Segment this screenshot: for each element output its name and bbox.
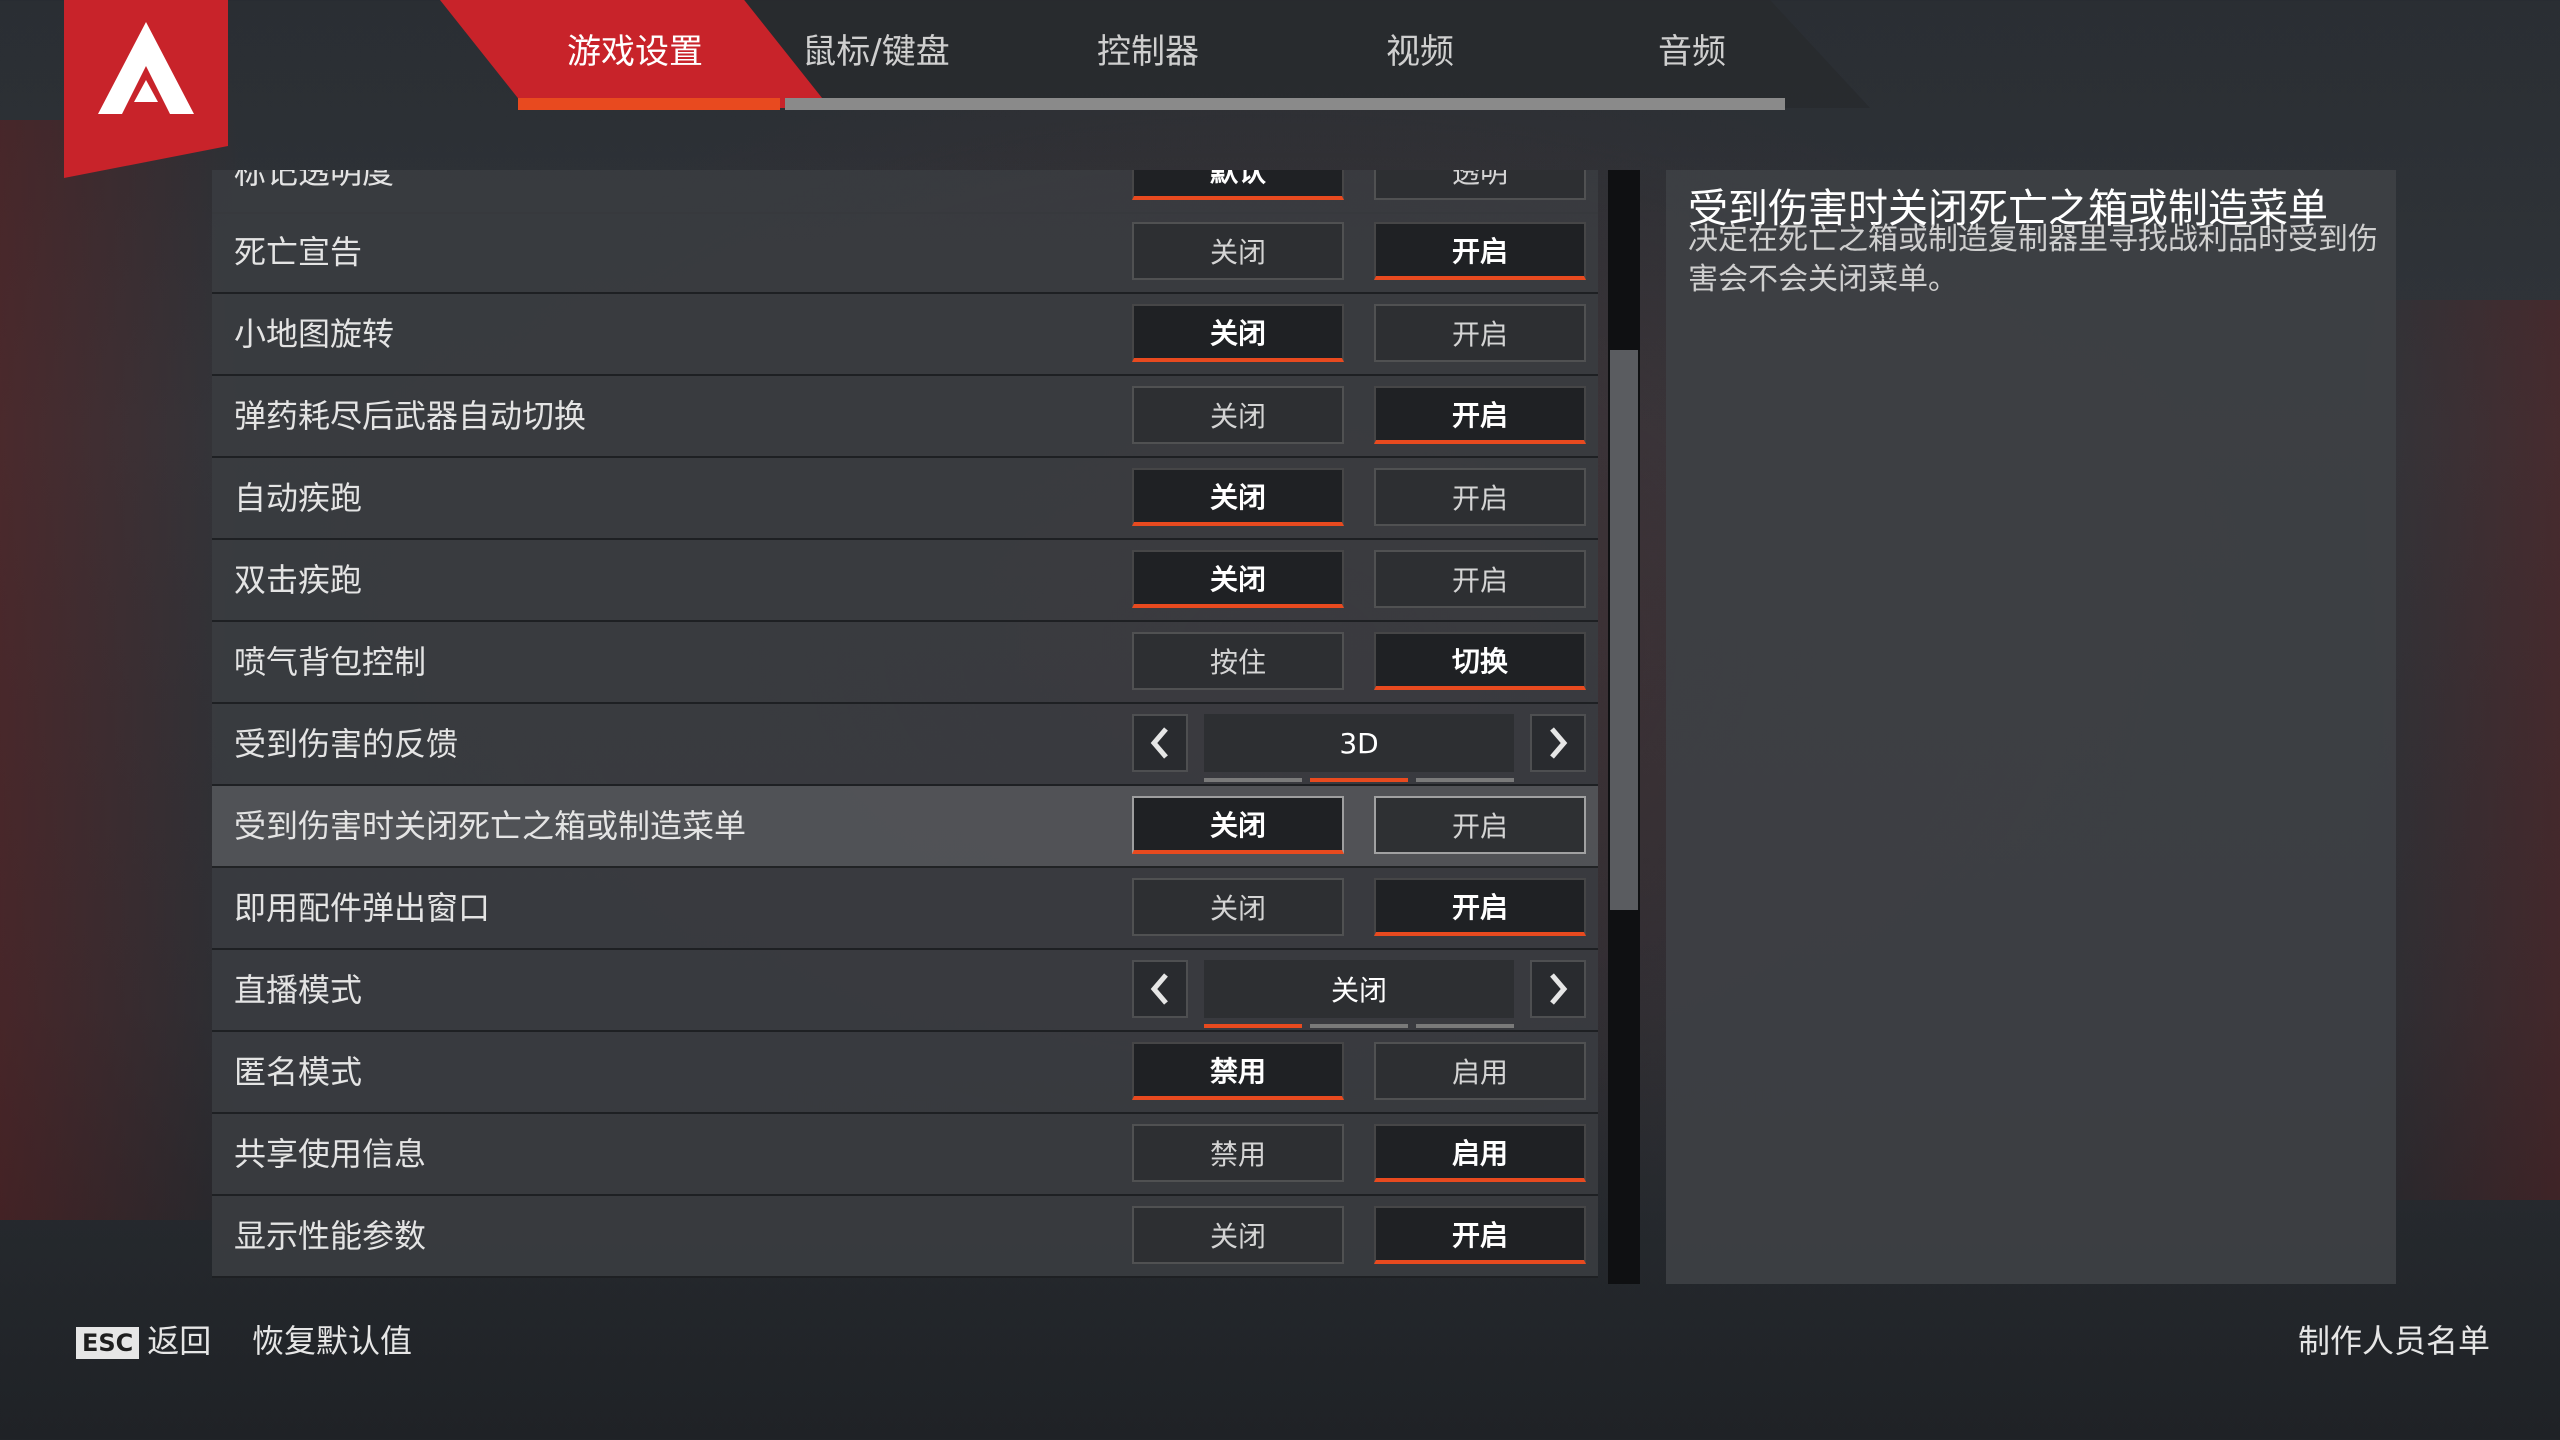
option-button[interactable]: 透明 (1374, 170, 1586, 200)
stepper-segment (1310, 778, 1408, 782)
stepper-segment (1416, 1024, 1514, 1028)
tab-label: 游戏设置 (567, 31, 703, 72)
option-button[interactable]: 关闭 (1132, 222, 1344, 280)
stepper-segment (1416, 778, 1514, 782)
option-button[interactable]: 关闭 (1132, 304, 1344, 362)
setting-row-anonymous-mode: 匿名模式 禁用 启用 (212, 1032, 1598, 1114)
option-button[interactable]: 切换 (1374, 632, 1586, 690)
tab-underline (785, 98, 1785, 110)
chevron-left-icon (1150, 973, 1168, 1005)
tab-label: 鼠标/键盘 (802, 31, 950, 72)
option-button[interactable]: 开启 (1374, 1206, 1586, 1264)
setting-row-double-tap-sprint: 双击疾跑 关闭 开启 (212, 540, 1598, 622)
stepper-left-button[interactable] (1132, 714, 1188, 772)
setting-label: 小地图旋转 (234, 315, 395, 353)
setting-row-auto-sprint: 自动疾跑 关闭 开启 (212, 458, 1598, 540)
background-glow-left (0, 120, 240, 1220)
option-button[interactable]: 禁用 (1132, 1042, 1344, 1100)
option-button[interactable]: 关闭 (1132, 796, 1344, 854)
apex-logo-icon (98, 22, 194, 114)
chevron-right-icon (1550, 727, 1568, 759)
option-button[interactable]: 开启 (1374, 304, 1586, 362)
esc-key-icon: ESC (76, 1327, 140, 1359)
setting-label: 受到伤害的反馈 (234, 725, 459, 763)
setting-row-death-announce: 死亡宣告 关闭 开启 (212, 212, 1598, 294)
tab-label: 音频 (1658, 31, 1726, 72)
option-button[interactable]: 开启 (1374, 222, 1586, 280)
option-button[interactable]: 开启 (1374, 878, 1586, 936)
setting-label: 弹药耗尽后武器自动切换 (234, 397, 587, 435)
stepper-left-button[interactable] (1132, 960, 1188, 1018)
setting-row-damage-feedback: 受到伤害的反馈 3D (212, 704, 1598, 786)
stepper-value: 关闭 (1204, 960, 1514, 1018)
option-button[interactable]: 开启 (1374, 796, 1586, 854)
setting-label: 双击疾跑 (234, 561, 363, 599)
setting-label: 匿名模式 (234, 1053, 363, 1091)
option-button[interactable]: 关闭 (1132, 878, 1344, 936)
setting-row-share-usage: 共享使用信息 禁用 启用 (212, 1114, 1598, 1196)
setting-label: 标记透明度 (234, 170, 395, 191)
tab-controller[interactable]: 控制器 (1012, 0, 1284, 108)
option-button[interactable]: 关闭 (1132, 468, 1344, 526)
setting-label: 共享使用信息 (234, 1135, 427, 1173)
description-panel: 受到伤害时关闭死亡之箱或制造菜单 决定在死亡之箱或制造复制器里寻找战利品时受到伤… (1666, 170, 2396, 1284)
option-button[interactable]: 关闭 (1132, 386, 1344, 444)
settings-list: 标记透明度 默认 透明 死亡宣告 关闭 开启 小地图旋转 关闭 开启 弹药耗尽后… (212, 170, 1598, 1284)
settings-tab-bar: 游戏设置 鼠标/键盘 控制器 视频 音频 (440, 0, 1870, 115)
setting-label: 喷气背包控制 (234, 643, 427, 681)
stepper-right-button[interactable] (1530, 714, 1586, 772)
setting-row-close-deathbox-on-damage: 受到伤害时关闭死亡之箱或制造菜单 关闭 开启 (212, 786, 1598, 868)
back-label: 返回 (147, 1322, 212, 1360)
setting-row-marker-opacity: 标记透明度 默认 透明 (212, 170, 1598, 214)
option-button[interactable]: 禁用 (1132, 1124, 1344, 1182)
stepper-right-button[interactable] (1530, 960, 1586, 1018)
chevron-right-icon (1550, 973, 1568, 1005)
tab-video[interactable]: 视频 (1284, 0, 1556, 108)
stepper-segment (1204, 1024, 1302, 1028)
tab-mouse-keyboard[interactable]: 鼠标/键盘 (740, 0, 1012, 108)
option-button[interactable]: 按住 (1132, 632, 1344, 690)
tab-audio[interactable]: 音频 (1556, 0, 1828, 108)
tab-label: 视频 (1386, 31, 1454, 72)
active-tab-underline (518, 98, 780, 110)
reset-defaults-button[interactable]: 恢复默认值 (252, 1316, 412, 1362)
credits-label: 制作人员名单 (2298, 1322, 2491, 1360)
stepper-value: 3D (1204, 714, 1514, 772)
back-button[interactable]: ESC 返回 (76, 1316, 211, 1362)
setting-row-attachment-popup: 即用配件弹出窗口 关闭 开启 (212, 868, 1598, 950)
option-button[interactable]: 开启 (1374, 550, 1586, 608)
setting-label: 自动疾跑 (234, 479, 363, 517)
option-button[interactable]: 启用 (1374, 1042, 1586, 1100)
option-button[interactable]: 启用 (1374, 1124, 1586, 1182)
option-button[interactable]: 开启 (1374, 468, 1586, 526)
option-button[interactable]: 关闭 (1132, 550, 1344, 608)
stepper-segment (1204, 778, 1302, 782)
setting-row-jetpack-control: 喷气背包控制 按住 切换 (212, 622, 1598, 704)
scrollbar-thumb[interactable] (1610, 350, 1638, 910)
setting-row-minimap-rotation: 小地图旋转 关闭 开启 (212, 294, 1598, 376)
setting-label: 即用配件弹出窗口 (234, 889, 491, 927)
setting-row-performance-display: 显示性能参数 关闭 开启 (212, 1196, 1598, 1278)
chevron-left-icon (1150, 727, 1168, 759)
setting-label: 显示性能参数 (234, 1217, 427, 1255)
option-button[interactable]: 关闭 (1132, 1206, 1344, 1264)
credits-button[interactable]: 制作人员名单 (2298, 1316, 2490, 1362)
option-button[interactable]: 开启 (1374, 386, 1586, 444)
stepper-segment (1310, 1024, 1408, 1028)
setting-row-auto-weapon-swap: 弹药耗尽后武器自动切换 关闭 开启 (212, 376, 1598, 458)
setting-label: 受到伤害时关闭死亡之箱或制造菜单 (234, 807, 747, 845)
setting-row-streamer-mode: 直播模式 关闭 (212, 950, 1598, 1032)
tab-label: 控制器 (1097, 31, 1199, 72)
setting-label: 死亡宣告 (234, 233, 363, 271)
option-button[interactable]: 默认 (1132, 170, 1344, 200)
description-body: 决定在死亡之箱或制造复制器里寻找战利品时受到伤害会不会关闭菜单。 (1688, 222, 2378, 297)
setting-label: 直播模式 (234, 971, 363, 1009)
reset-label: 恢复默认值 (252, 1322, 413, 1360)
